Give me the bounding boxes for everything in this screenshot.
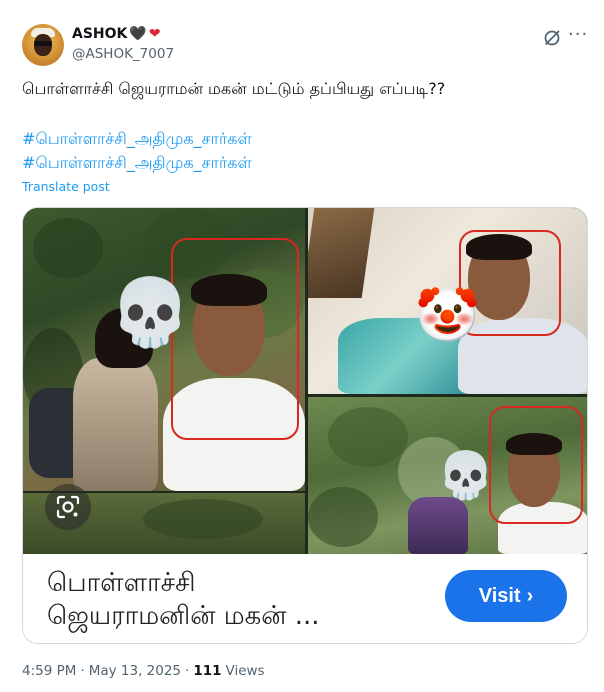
post-time[interactable]: 4:59 PM xyxy=(22,663,76,679)
card-title: பொள்ளாச்சி ஜெயராமனின் மகன் ... xyxy=(47,567,427,633)
translate-post-link[interactable]: Translate post xyxy=(22,179,110,194)
author-handle[interactable]: @ASHOK_7007 xyxy=(72,46,174,62)
display-name[interactable]: ASHOK xyxy=(72,26,127,42)
meta-separator: · xyxy=(80,663,85,679)
tweet-meta: 4:59 PM · May 13, 2025 · 111 Views xyxy=(22,663,265,679)
hashtag-link[interactable]: #பொள்ளாச்சி_அதிமுக_சார்கள் xyxy=(22,152,252,174)
clown-sticker: 🤡 xyxy=(415,286,480,346)
visit-button[interactable]: Visit › xyxy=(445,570,567,622)
skull-sticker: 💀 xyxy=(437,448,495,502)
meta-separator: · xyxy=(185,663,190,679)
card-title-line: ஜெயராமனின் மகன் ... xyxy=(47,601,320,631)
avatar[interactable] xyxy=(22,24,64,66)
chevron-right-icon: › xyxy=(526,584,534,607)
google-lens-icon[interactable] xyxy=(45,484,91,530)
more-icon[interactable]: ··· xyxy=(568,25,588,45)
tweet-text: பொள்ளாச்சி ஜெயராமன் மகன் மட்டும் தப்பியத… xyxy=(22,79,446,98)
post-date[interactable]: May 13, 2025 xyxy=(89,663,181,679)
views-count: 111 xyxy=(193,663,222,679)
red-heart-emoji: ❤ xyxy=(148,26,161,42)
author-name-row[interactable]: ASHOK 🖤 ❤ xyxy=(72,26,161,42)
link-card[interactable]: 💀 🤡 💀 பொள்ளாச்சி ஜெயராமனின் மகன் ... Vis… xyxy=(22,207,588,644)
tweet-header: ASHOK 🖤 ❤ @ASHOK_7007 ··· xyxy=(22,24,592,68)
card-image[interactable]: 💀 🤡 💀 xyxy=(23,208,587,554)
card-footer[interactable]: பொள்ளாச்சி ஜெயராமனின் மகன் ... Visit › xyxy=(23,554,587,643)
views-label: Views xyxy=(225,663,265,679)
visit-label: Visit xyxy=(478,584,521,607)
grok-icon[interactable] xyxy=(542,28,562,48)
black-heart-emoji: 🖤 xyxy=(129,26,147,42)
card-title-line: பொள்ளாச்சி xyxy=(47,568,196,598)
hashtag-link[interactable]: #பொள்ளாச்சி_அதிமுக_சார்கள் xyxy=(22,128,252,150)
skull-sticker: 💀 xyxy=(109,274,192,351)
highlight-box xyxy=(489,406,583,524)
